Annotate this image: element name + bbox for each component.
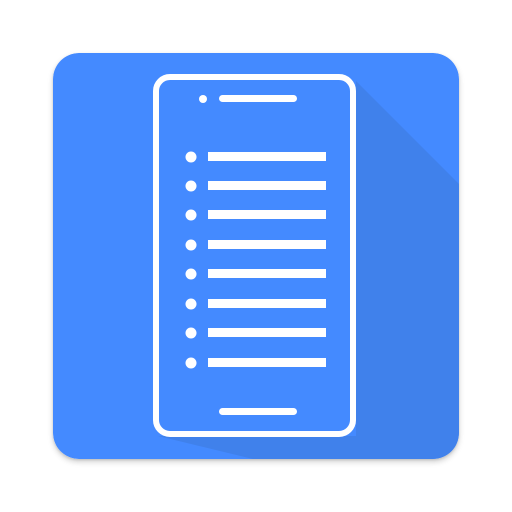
bullet-dot [185, 151, 197, 163]
camera-dot-icon [199, 95, 207, 103]
list-line [208, 269, 326, 278]
home-bar [219, 408, 297, 415]
bullet-dot [185, 357, 197, 369]
bullet-dot [185, 209, 197, 221]
bullet-dot [185, 268, 197, 280]
bullet-dot [185, 327, 197, 339]
app-icon-graphic [53, 53, 459, 459]
bullet-dot [185, 180, 197, 192]
bullet-dot [185, 298, 197, 310]
speaker-bar [219, 95, 297, 102]
phone-outline [153, 74, 356, 437]
list-line [208, 299, 326, 308]
bullet-dot [185, 239, 197, 251]
list-line [208, 358, 326, 367]
list-line [208, 210, 326, 219]
icon-canvas [0, 0, 512, 512]
list-line [208, 240, 326, 249]
app-icon[interactable] [53, 53, 459, 459]
list-line [208, 328, 326, 337]
list-line [208, 152, 326, 161]
list-line [208, 181, 326, 190]
